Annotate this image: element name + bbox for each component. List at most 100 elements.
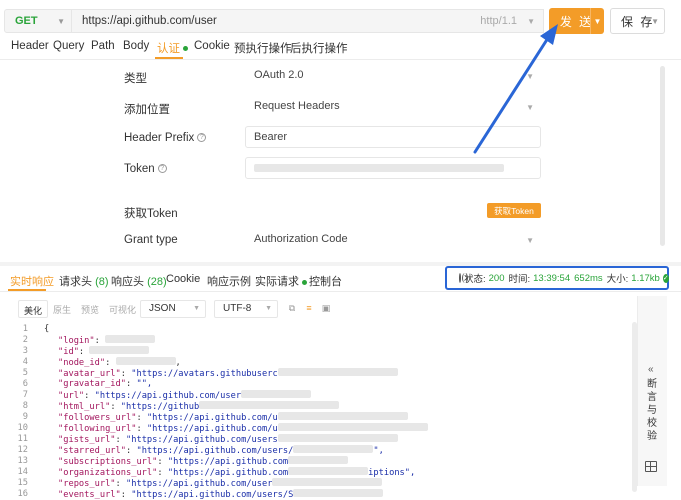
- code-line: 1{: [0, 324, 637, 335]
- response-body-code[interactable]: 1{ 2"login": 3"id": 4"node_id": , 5"avat…: [0, 324, 637, 500]
- active-dot-icon: [183, 46, 188, 51]
- size-label: 大小:: [607, 271, 629, 285]
- redacted-token: [254, 164, 504, 172]
- tab-query[interactable]: Query: [53, 40, 84, 52]
- code-text: "node_id": ,: [58, 357, 181, 368]
- grant-type-value: Authorization Code: [254, 233, 348, 245]
- format-value: JSON: [149, 303, 176, 314]
- save-button[interactable]: 保 存 ▼: [610, 8, 665, 34]
- tab-auth-label: 认证: [157, 43, 180, 55]
- tab-header[interactable]: Header: [11, 40, 49, 52]
- layout-icon[interactable]: [645, 461, 657, 472]
- add-to-value: Request Headers: [254, 100, 340, 112]
- help-icon[interactable]: ?: [158, 164, 167, 173]
- line-number: 10: [0, 423, 28, 433]
- tab-path[interactable]: Path: [91, 40, 115, 52]
- json-key: "following_url": [58, 424, 136, 434]
- tab-post-request[interactable]: 后执行操作: [290, 40, 348, 56]
- grant-type-label: Grant type: [124, 234, 178, 246]
- code-text: "gravatar_id": "",: [58, 379, 152, 389]
- redacted-value: [278, 423, 428, 431]
- help-icon[interactable]: ?: [197, 133, 206, 142]
- token-text: Token: [124, 163, 155, 175]
- assertion-panel-label[interactable]: 断言与校验: [647, 378, 659, 443]
- view-mode-pretty[interactable]: 美化: [18, 300, 48, 318]
- send-button[interactable]: 发 送 ▼: [549, 8, 604, 34]
- format-select[interactable]: JSON ▼: [140, 300, 206, 318]
- json-key: "organizations_url": [58, 468, 157, 478]
- view-mode-visual[interactable]: 可视化: [104, 300, 141, 318]
- save-file-icon[interactable]: ▣: [321, 303, 331, 313]
- code-line: 16"events_url": "https://api.github.com/…: [0, 489, 637, 500]
- json-key: "starred_url": [58, 446, 126, 456]
- json-string: "",: [136, 379, 152, 389]
- type-value: OAuth 2.0: [254, 69, 304, 81]
- json-punct: :: [95, 336, 100, 346]
- json-punct: :: [157, 468, 167, 478]
- tab-response-cookie[interactable]: Cookie: [166, 273, 200, 285]
- active-tab-underline: [155, 57, 183, 59]
- send-options-chevron-icon[interactable]: ▼: [590, 8, 604, 34]
- json-key: "avatar_url": [58, 369, 121, 379]
- json-key: "id": [58, 347, 79, 357]
- token-input[interactable]: [245, 157, 541, 179]
- get-token-button[interactable]: 获取Token: [487, 203, 541, 218]
- json-key: "node_id": [58, 358, 105, 368]
- url-input[interactable]: https://api.github.com/user http/1.1 ▼: [72, 9, 544, 33]
- line-number: 8: [0, 401, 28, 411]
- status-code: 200: [489, 273, 505, 284]
- get-token-label: 获取Token: [124, 205, 178, 221]
- line-number: 7: [0, 390, 28, 400]
- line-number: 1: [0, 324, 28, 334]
- grant-type-select[interactable]: Authorization Code ▼: [245, 228, 541, 250]
- header-prefix-input[interactable]: Bearer: [245, 126, 541, 148]
- tab-body[interactable]: Body: [123, 40, 149, 52]
- url-value: https://api.github.com/user: [82, 15, 217, 27]
- form-scrollbar[interactable]: [660, 66, 665, 246]
- view-mode-raw[interactable]: 原生: [48, 300, 76, 318]
- code-line: 9"followers_url": "https://api.github.co…: [0, 412, 637, 423]
- redacted-value: [293, 445, 373, 453]
- tab-cookie[interactable]: Cookie: [194, 40, 230, 52]
- globe-icon[interactable]: [459, 273, 461, 283]
- tab-auth[interactable]: 认证: [157, 40, 188, 56]
- redacted-value: [293, 489, 383, 497]
- json-string: "https://api.github.com/u: [147, 424, 278, 434]
- tab-live-response[interactable]: 实时响应: [10, 273, 54, 289]
- chevron-left-double-icon[interactable]: «: [648, 364, 654, 375]
- add-to-select[interactable]: Request Headers ▼: [245, 95, 541, 117]
- view-mode-preview[interactable]: 预览: [76, 300, 104, 318]
- json-punct: :: [79, 347, 84, 357]
- type-select[interactable]: OAuth 2.0 ▼: [245, 64, 541, 86]
- copy-icon[interactable]: ⧉: [287, 303, 297, 313]
- line-number: 3: [0, 346, 28, 356]
- redacted-value: [105, 335, 155, 343]
- tab-response-headers[interactable]: 响应头 (28): [111, 273, 167, 289]
- redacted-value: [116, 357, 176, 365]
- tab-actual-request[interactable]: 实际请求: [255, 273, 307, 289]
- method-value: GET: [15, 15, 38, 27]
- tab-console[interactable]: 控制台: [309, 273, 342, 289]
- header-prefix-value: Bearer: [254, 131, 287, 143]
- encoding-select[interactable]: UTF-8 ▼: [214, 300, 278, 318]
- redacted-value: [288, 456, 348, 464]
- protocol-select[interactable]: http/1.1: [480, 15, 517, 27]
- json-punct: :: [126, 446, 136, 456]
- code-text: "subscriptions_url": "https://api.github…: [58, 456, 348, 467]
- tab-pre-request[interactable]: 预执行操作: [234, 40, 292, 56]
- tab-request-headers[interactable]: 请求头 (8): [59, 273, 109, 289]
- format-code-icon[interactable]: ≡: [304, 303, 314, 313]
- assertion-side-panel[interactable]: « 断言与校验: [637, 296, 667, 486]
- code-text: "gists_url": "https://api.github.com/use…: [58, 434, 398, 445]
- redacted-value: [89, 346, 149, 354]
- redacted-value: [278, 368, 398, 376]
- method-select[interactable]: GET ▼: [4, 9, 72, 33]
- code-text: "organizations_url": "https://api.github…: [58, 467, 415, 478]
- response-headers-label: 响应头: [111, 276, 144, 288]
- json-string: "https://api.github.com/users/: [136, 446, 293, 456]
- active-tab-underline: [8, 289, 46, 291]
- tab-response-example[interactable]: 响应示例: [207, 273, 251, 289]
- chevron-down-icon[interactable]: ▼: [651, 17, 659, 26]
- code-text: "html_url": "https://github: [58, 401, 339, 412]
- code-line: 5"avatar_url": "https://avatars.githubus…: [0, 368, 637, 379]
